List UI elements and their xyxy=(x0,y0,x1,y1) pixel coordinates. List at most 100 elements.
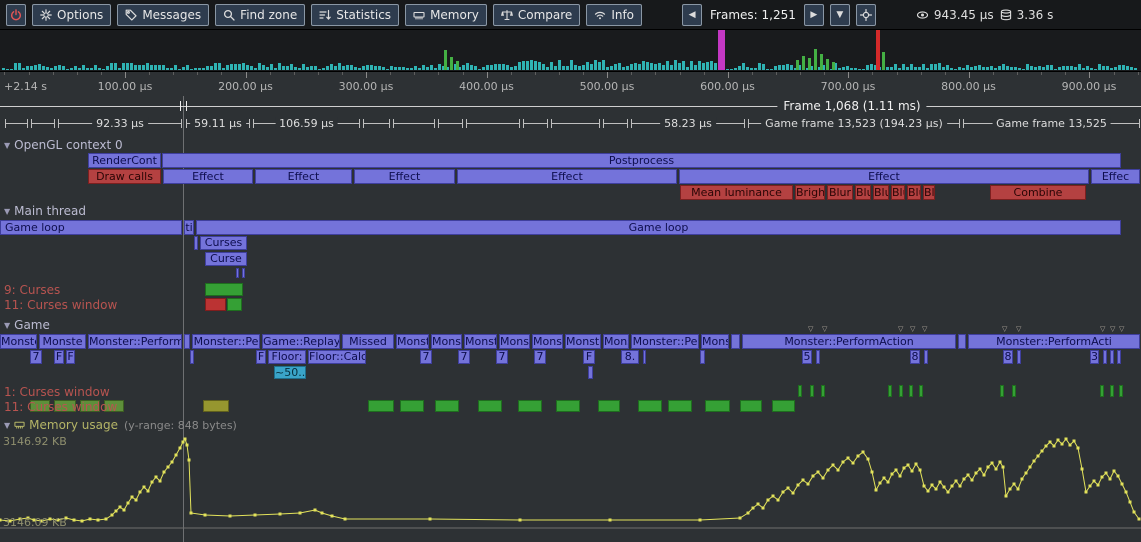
zone-monst[interactable]: Monst xyxy=(396,334,429,349)
focus-frame-button[interactable] xyxy=(856,4,876,26)
zone-7[interactable]: 7 xyxy=(420,350,432,364)
frame-marker-row[interactable]: Frame 1,068 (1.11 ms) xyxy=(0,98,1141,114)
zone-blur[interactable]: Blur xyxy=(855,185,871,200)
zone-unlabeled[interactable] xyxy=(194,236,198,250)
zone-8[interactable]: 8 xyxy=(910,350,920,364)
zone-unlabeled[interactable] xyxy=(700,350,705,364)
zone-effect[interactable]: Effect xyxy=(255,169,352,184)
time-ruler[interactable]: +2.14 s100.00 µs200.00 µs300.00 µs400.00… xyxy=(0,72,1141,96)
plot-label-11-curses-window[interactable]: 11: Curses window xyxy=(4,298,117,312)
zone-ti[interactable]: ti xyxy=(184,220,194,235)
frames-prev-button[interactable]: ◀ xyxy=(682,4,702,26)
zone-monst[interactable]: Monst xyxy=(431,334,462,349)
zone-f[interactable]: F xyxy=(256,350,266,364)
subframe-segment[interactable] xyxy=(438,116,463,132)
power-button[interactable] xyxy=(6,4,26,26)
collapse-icon[interactable]: ▼ xyxy=(4,207,10,216)
zone-game-replay[interactable]: Game::Replay xyxy=(262,334,340,349)
subframe-segment[interactable]: 59.11 µs xyxy=(186,116,250,132)
zone-8[interactable]: 8. xyxy=(621,350,639,364)
zone-monst[interactable]: Monst xyxy=(464,334,497,349)
zone-unlabeled[interactable] xyxy=(588,366,593,379)
zone-5[interactable]: 5 xyxy=(802,350,812,364)
track-header-opengl-context-0[interactable]: ▼OpenGL context 0 xyxy=(4,138,123,152)
plot-label-9-curses[interactable]: 9: Curses xyxy=(4,283,60,297)
subframe-segment[interactable] xyxy=(551,116,600,132)
info-button[interactable]: Info xyxy=(586,4,642,26)
zone-monste[interactable]: Monste xyxy=(565,334,601,349)
subframe-segment[interactable] xyxy=(523,116,548,132)
zone-rendercont[interactable]: RenderCont xyxy=(88,153,161,168)
zone-monst[interactable]: Monst xyxy=(532,334,563,349)
subframe-segment[interactable]: 106.59 µs xyxy=(253,116,360,132)
frames-next-button[interactable]: ▶ xyxy=(804,4,824,26)
zone-blur[interactable]: Blur xyxy=(923,185,935,200)
zone-floor-calc[interactable]: Floor::Calc xyxy=(308,350,366,364)
timeline-view[interactable]: Frame 1,068 (1.11 ms) 92.33 µs59.11 µs106… xyxy=(0,96,1141,542)
subframe-segment[interactable] xyxy=(466,116,520,132)
zone-curses[interactable]: Curses xyxy=(200,236,247,250)
zone-missed[interactable]: Missed xyxy=(342,334,394,349)
zone-blur[interactable]: Blur xyxy=(873,185,889,200)
zone-f[interactable]: F xyxy=(583,350,595,364)
subframe-segment[interactable]: 92.33 µs xyxy=(58,116,182,132)
zone-monster-performa[interactable]: Monster::PerformA xyxy=(88,334,182,349)
zone-effect[interactable]: Effect xyxy=(457,169,677,184)
subframe-segment[interactable] xyxy=(363,116,390,132)
frames-expand-button[interactable]: ▼ xyxy=(830,4,850,26)
subframe-segment[interactable] xyxy=(603,116,628,132)
zone-game-loop[interactable]: Game loop xyxy=(0,220,182,235)
zone-unlabeled[interactable] xyxy=(236,268,239,278)
zone-monster-pe[interactable]: Monster::Pe xyxy=(192,334,260,349)
zone-f[interactable]: F xyxy=(54,350,64,364)
zone-7[interactable]: 7 xyxy=(30,350,42,364)
zone-unlabeled[interactable] xyxy=(1017,350,1021,364)
zone-blur[interactable]: Blur xyxy=(907,185,921,200)
memory-usage-graph[interactable] xyxy=(0,434,1141,540)
zone-unlabeled[interactable] xyxy=(1103,350,1107,364)
track-header-game[interactable]: ▼Game xyxy=(4,318,50,332)
zone-7[interactable]: 7 xyxy=(458,350,470,364)
zone-monst[interactable]: Monst xyxy=(499,334,530,349)
zone-unlabeled[interactable] xyxy=(184,334,190,349)
messages-button[interactable]: Messages xyxy=(117,4,209,26)
zone-unlabeled[interactable] xyxy=(958,334,966,349)
track-header-memory-usage[interactable]: ▼Memory usage(y-range: 848 bytes) xyxy=(4,418,237,433)
collapse-icon[interactable]: ▼ xyxy=(4,421,10,430)
zone-effect[interactable]: Effect xyxy=(163,169,253,184)
zone-monster-performacti[interactable]: Monster::PerformActi xyxy=(968,334,1140,349)
zone-unlabeled[interactable] xyxy=(1110,350,1114,364)
find-zone-button[interactable]: Find zone xyxy=(215,4,305,26)
zone-brigh[interactable]: Brigh xyxy=(795,185,825,200)
zone-7[interactable]: 7 xyxy=(534,350,546,364)
zone-f[interactable]: F xyxy=(66,350,75,364)
zone-mons[interactable]: Mons xyxy=(701,334,729,349)
zone-unlabeled[interactable] xyxy=(816,350,820,364)
zone-postprocess[interactable]: Postprocess xyxy=(162,153,1121,168)
zone-7[interactable]: 7 xyxy=(496,350,508,364)
compare-button[interactable]: Compare xyxy=(493,4,580,26)
subframe-segment[interactable]: 58.23 µs xyxy=(631,116,745,132)
collapse-icon[interactable]: ▼ xyxy=(4,321,10,330)
zone-mons[interactable]: Mons xyxy=(603,334,629,349)
zone-combine[interactable]: Combine xyxy=(990,185,1086,200)
zone-unlabeled[interactable] xyxy=(643,350,646,364)
zone-effect[interactable]: Effect xyxy=(679,169,1089,184)
zone-unlabeled[interactable] xyxy=(1117,350,1121,364)
zone-blur[interactable]: Blur xyxy=(891,185,905,200)
zone-game-loop[interactable]: Game loop xyxy=(196,220,1121,235)
zone-unlabeled[interactable] xyxy=(924,350,928,364)
track-header-main-thread[interactable]: ▼Main thread xyxy=(4,204,86,218)
zone-draw-calls[interactable]: Draw calls xyxy=(88,169,161,184)
memory-button[interactable]: Memory xyxy=(405,4,487,26)
zone-8[interactable]: 8 xyxy=(1003,350,1013,364)
zone-mean-luminance[interactable]: Mean luminance xyxy=(680,185,793,200)
zone-unlabeled[interactable] xyxy=(731,334,740,349)
zone-blur[interactable]: Blur xyxy=(827,185,853,200)
plot-label-11-curses-window[interactable]: 11: Curses window xyxy=(4,400,117,414)
subframe-segment[interactable]: Game frame 13,525 xyxy=(963,116,1140,132)
subframe-segment[interactable] xyxy=(393,116,435,132)
zone-monste[interactable]: Monste xyxy=(0,334,37,349)
zone-50[interactable]: ~50.. xyxy=(274,366,306,379)
zone-unlabeled[interactable] xyxy=(242,268,245,278)
